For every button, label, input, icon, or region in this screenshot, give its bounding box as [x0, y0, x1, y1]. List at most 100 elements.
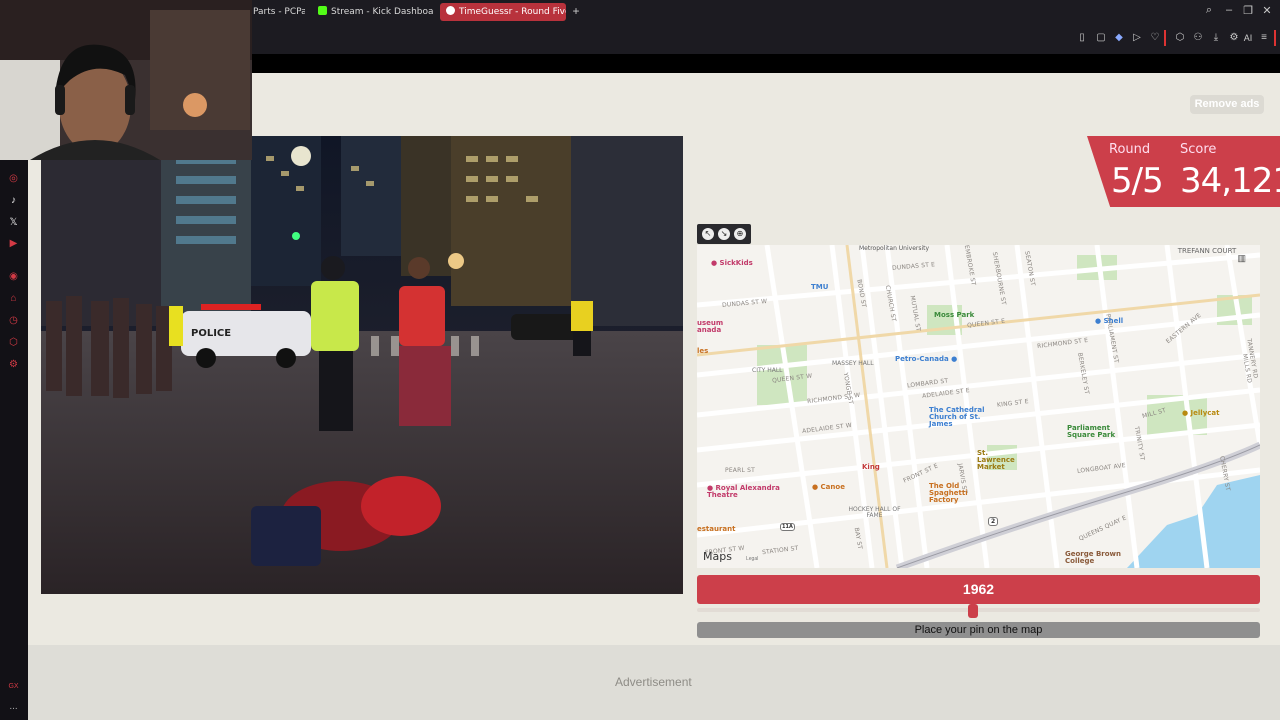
poi-canoe[interactable]: ● Canoe	[812, 483, 845, 491]
heart-icon[interactable]: ♡	[1149, 32, 1161, 44]
poi-metropolitan-university[interactable]: Metropolitan University	[859, 245, 929, 252]
poi-parliament-square-park[interactable]: Parliament Square Park	[1067, 425, 1117, 439]
poi-trefann-court[interactable]: TREFANN COURT	[1177, 247, 1237, 255]
poi-label: Royal Alexandra Theatre	[707, 484, 780, 499]
poi-label: TREFANN COURT	[1177, 247, 1237, 255]
toolbar-divider	[1274, 30, 1276, 46]
gx-icon[interactable]: GX	[7, 680, 20, 693]
pin-icon[interactable]: ⌂	[7, 292, 20, 305]
new-tab-button[interactable]: +	[569, 4, 583, 18]
poi-museum[interactable]: useum anada	[697, 319, 724, 334]
extensions-icon[interactable]: ⬡	[1174, 32, 1186, 44]
tab-label: Parts - PCPa	[253, 7, 305, 17]
profile-icon[interactable]: ⚇	[1192, 32, 1204, 44]
route-shield: 2	[988, 517, 999, 526]
route-shield: 11A	[780, 523, 795, 531]
map-type-icon[interactable]: ▥	[1237, 253, 1246, 264]
street-scene-illustration: POLICE	[41, 136, 683, 594]
poi-st-lawrence-market[interactable]: St. Lawrence Market	[977, 450, 1027, 471]
streamer-webcam	[0, 0, 252, 160]
ai-button[interactable]: AI	[1230, 32, 1254, 44]
tiktok-icon[interactable]: ♪	[7, 194, 20, 207]
extensions-icon[interactable]: ⬡	[7, 336, 20, 349]
x-icon[interactable]: 𝕏	[7, 216, 20, 229]
webcam-illustration	[0, 0, 252, 160]
year-display: 1962	[697, 575, 1260, 604]
poi-label: Petro-Canada	[895, 355, 949, 363]
expand-map-icon[interactable]: ↖	[702, 228, 714, 240]
timeguessr-icon	[446, 6, 455, 15]
poi-restaurant[interactable]: estaurant	[697, 525, 735, 533]
poi-label: CITY HALL	[752, 367, 783, 374]
minimize-icon[interactable]: –	[1222, 4, 1236, 16]
poi-label: King	[862, 463, 880, 471]
menu-icon[interactable]: ≡	[1258, 32, 1270, 44]
history-icon[interactable]: ◷	[7, 314, 20, 327]
poi-label: The Old Spaghetti Factory	[929, 482, 968, 504]
poi-city-hall[interactable]: CITY HALL	[752, 367, 783, 374]
poi-tmu[interactable]: TMU	[811, 283, 828, 291]
apple-maps-attribution: Maps	[703, 550, 732, 563]
pin-map-icon[interactable]: ⊕	[734, 228, 746, 240]
poi-label: SickKids	[719, 259, 753, 267]
poi-label: useum anada	[697, 319, 724, 334]
browser-toolbar: ▯ ▢ ◆ ▷ ♡ ⬡ ⚇ ⤓ ⚙ AI ≡	[252, 24, 1280, 54]
bookmark-icon[interactable]: ▯	[1076, 32, 1088, 44]
place-pin-button[interactable]: Place your pin on the map	[697, 622, 1260, 638]
round-label: Round	[1109, 142, 1151, 157]
poi-label: St. Lawrence Market	[977, 449, 1015, 471]
poi-moss-park[interactable]: Moss Park	[934, 311, 974, 319]
poi-jellycat[interactable]: ● Jellycat	[1182, 409, 1219, 417]
settings-icon[interactable]: ⚙	[7, 358, 20, 371]
tab-timeguessr[interactable]: TimeGuessr - Round Five	[440, 3, 566, 21]
poi-label: Parliament Square Park	[1067, 424, 1116, 439]
tab-label: TimeGuessr - Round Five	[459, 7, 566, 17]
poi-label: Jellycat	[1190, 409, 1220, 417]
round-photo[interactable]: POLICE	[41, 136, 683, 594]
poi-hockey-hall-of-fame[interactable]: HOCKEY HALL OF FAME	[847, 507, 902, 519]
snapshot-icon[interactable]: ▢	[1095, 32, 1107, 44]
shield-label: 2	[991, 518, 996, 525]
poi-cathedral[interactable]: The Cathedral Church of St. James	[929, 407, 991, 428]
poi-massey-hall[interactable]: MASSEY HALL	[832, 360, 874, 367]
toolbar-divider	[1164, 30, 1166, 46]
shrink-map-icon[interactable]: ↘	[718, 228, 730, 240]
instagram-icon[interactable]: ◎	[7, 172, 20, 185]
more-icon[interactable]: ...	[7, 700, 20, 713]
map-size-controls: ↖ ↘ ⊕	[697, 224, 751, 244]
poi-george-brown-college[interactable]: George Brown College	[1065, 551, 1125, 565]
search-icon[interactable]: ⌕	[1202, 4, 1216, 17]
year-slider-track[interactable]	[697, 608, 1260, 612]
remove-ads-button[interactable]: Remove ads	[1190, 95, 1264, 114]
poi-king-station[interactable]: King	[862, 463, 880, 471]
restore-icon[interactable]: ❐	[1241, 4, 1255, 17]
timeguessr-page: Remove ads POLICE Round Score 5/5 34,12 …	[28, 73, 1280, 720]
poi-sickkids[interactable]: ● SickKids	[711, 259, 753, 267]
tab-parts[interactable]: Parts - PCPa	[247, 3, 305, 21]
score-value: 34,121	[1180, 161, 1280, 201]
player-icon[interactable]: ▷	[1131, 32, 1143, 44]
close-window-icon[interactable]: ✕	[1260, 4, 1274, 17]
poi-les[interactable]: les	[697, 347, 708, 355]
poi-shell[interactable]: ● Shell	[1095, 317, 1123, 325]
poi-label: George Brown College	[1065, 550, 1121, 565]
player-icon[interactable]: ◉	[7, 270, 20, 283]
poi-royal-alexandra-theatre[interactable]: ● Royal Alexandra Theatre	[707, 485, 787, 499]
year-slider-thumb[interactable]	[967, 604, 978, 618]
poi-petro-canada[interactable]: Petro-Canada ●	[895, 355, 957, 363]
poi-label: Moss Park	[934, 311, 975, 319]
shield-icon[interactable]: ◆	[1113, 32, 1125, 44]
poi-label: TMU	[811, 283, 829, 291]
shield-label: 11A	[782, 524, 793, 530]
youtube-icon[interactable]: ▶	[7, 237, 20, 250]
download-icon[interactable]: ⤓	[1210, 32, 1222, 44]
poi-label: The Cathedral Church of St. James	[929, 406, 985, 428]
poi-old-spaghetti-factory[interactable]: The Old Spaghetti Factory	[929, 483, 974, 504]
maps-attribution-label: Maps	[703, 550, 732, 563]
legal-link[interactable]: Legal	[746, 556, 758, 562]
tab-kick-dashboard[interactable]: Stream - Kick Dashboard	[312, 3, 434, 21]
guess-map[interactable]: DUNDAS ST W DUNDAS ST E QUEEN ST W QUEEN…	[697, 245, 1260, 568]
advertisement-label: Advertisement	[615, 675, 692, 689]
advertisement-area: Advertisement	[28, 645, 1280, 720]
poi-label: estaurant	[697, 525, 736, 533]
